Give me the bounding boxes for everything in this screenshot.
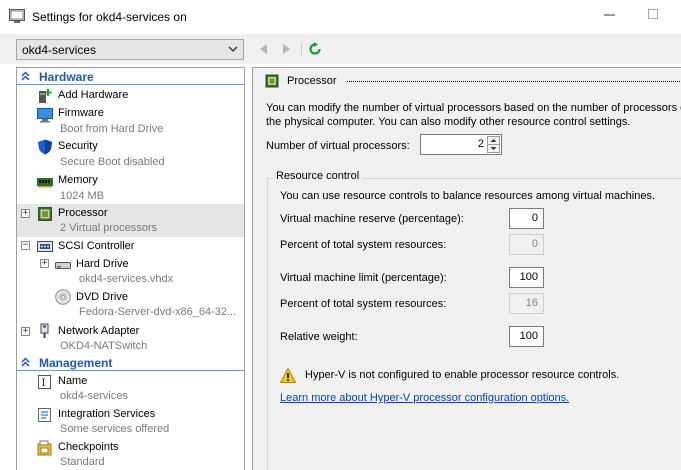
collapse-toggle[interactable]: − — [21, 241, 30, 250]
collapse-chevron-icon — [21, 71, 30, 81]
expand-toggle[interactable]: + — [40, 259, 49, 268]
sidebar-item-hard-drive[interactable]: + Hard Drive okd4-services.vhdx — [17, 255, 244, 288]
sidebar-item-sublabel: okd4-services — [60, 390, 128, 402]
processor-icon — [38, 207, 52, 221]
limit-input[interactable]: 100 — [509, 267, 544, 288]
sidebar-item-sublabel: Standard — [60, 456, 105, 468]
sidebar-item-label: SCSI Controller — [58, 240, 135, 252]
sidebar-item-label: Add Hardware — [58, 89, 129, 101]
sidebar-item-label: Memory — [58, 174, 98, 186]
sidebar-item-sublabel: 1024 MB — [60, 190, 105, 202]
expand-toggle[interactable]: + — [21, 327, 30, 336]
chevron-down-icon — [228, 46, 238, 52]
network-adapter-icon — [40, 323, 49, 338]
sidebar-item-processor[interactable]: + Processor 2 Virtual processors — [17, 204, 244, 237]
title-bar: Settings for okd4-services on — [0, 0, 681, 34]
settings-tree: Hardware Add Hardware Firmware Boot from… — [16, 67, 245, 470]
toolbar-separator — [301, 43, 302, 55]
sidebar-item-label: Security — [58, 140, 98, 152]
sidebar-item-sublabel: Boot from Hard Drive — [60, 123, 164, 135]
minimize-icon[interactable] — [603, 8, 617, 22]
hardware-section-header[interactable]: Hardware — [17, 68, 244, 85]
relative-weight-input[interactable]: 100 — [509, 326, 544, 347]
forward-arrow-icon[interactable] — [279, 42, 293, 56]
num-processors-spinner[interactable]: 2 — [420, 134, 502, 155]
sidebar-item-label: Hard Drive — [76, 258, 129, 270]
collapse-chevron-icon — [21, 357, 30, 367]
processor-settings-panel: Processor You can modify the number of v… — [252, 67, 681, 470]
sidebar-item-sublabel: Fedora-Server-dvd-x86_64-32... — [79, 306, 237, 318]
spinner-arrows-icon[interactable] — [487, 136, 500, 153]
memory-icon — [37, 178, 53, 188]
hardware-header-label: Hardware — [39, 70, 94, 84]
processor-icon — [265, 74, 279, 88]
processor-description-line-2: the physical computer. You can also modi… — [266, 116, 631, 128]
add-hardware-icon — [39, 89, 52, 103]
reserve-label: Virtual machine reserve (percentage): — [280, 213, 464, 225]
sidebar-item-firmware[interactable]: Firmware Boot from Hard Drive — [17, 104, 244, 137]
sidebar-item-checkpoints[interactable]: Checkpoints Standard — [17, 438, 244, 470]
toolbar: okd4-services — [0, 34, 681, 64]
num-processors-label: Number of virtual processors: — [266, 140, 410, 152]
sidebar-item-label: Name — [58, 375, 88, 387]
warning-message: Hyper-V is not configured to enable proc… — [305, 369, 620, 381]
management-section-header[interactable]: Management — [17, 354, 244, 371]
reserve-percent-label: Percent of total system resources: — [280, 239, 447, 251]
sidebar-item-label: Network Adapter — [58, 325, 140, 337]
refresh-icon[interactable] — [308, 42, 322, 56]
relative-weight-label: Relative weight: — [280, 331, 358, 343]
dvd-drive-icon — [55, 289, 71, 305]
sidebar-item-sublabel: okd4-services.vhdx — [79, 273, 174, 285]
resource-control-description: You can use resource controls to balance… — [280, 190, 656, 202]
resource-control-title: Resource control — [273, 170, 363, 182]
vm-selector-dropdown[interactable]: okd4-services — [16, 39, 244, 60]
panel-title: Processor — [287, 75, 337, 87]
processor-description-line-1: You can modify the number of virtual pro… — [266, 102, 681, 114]
integration-services-icon — [38, 408, 51, 422]
sidebar-item-label: Integration Services — [58, 408, 156, 420]
reserve-input[interactable]: 0 — [509, 208, 544, 229]
firmware-icon — [37, 108, 53, 123]
reserve-percent-value: 0 — [509, 234, 544, 255]
sidebar-item-sublabel: Some services offered — [60, 423, 170, 435]
maximize-icon[interactable] — [647, 8, 661, 22]
learn-more-link[interactable]: Learn more about Hyper-V processor confi… — [280, 392, 569, 404]
checkpoints-icon — [37, 440, 52, 456]
sidebar-item-dvd-drive[interactable]: DVD Drive Fedora-Server-dvd-x86_64-32... — [17, 288, 244, 322]
header-divider — [347, 81, 681, 82]
sidebar-item-memory[interactable]: Memory 1024 MB — [17, 171, 244, 204]
sidebar-item-integration-services[interactable]: Integration Services Some services offer… — [17, 405, 244, 439]
warning-icon — [280, 368, 296, 383]
name-icon: I — [38, 375, 51, 389]
sidebar-item-label: Checkpoints — [58, 441, 119, 453]
sidebar-item-label: DVD Drive — [76, 291, 128, 303]
sidebar-item-sublabel: OKD4-NATSwitch — [60, 340, 148, 352]
back-arrow-icon[interactable] — [257, 42, 271, 56]
svg-text:I: I — [42, 378, 46, 389]
vm-selector-value: okd4-services — [22, 43, 97, 57]
expand-toggle[interactable]: + — [21, 209, 30, 218]
sidebar-item-add-hardware[interactable]: Add Hardware — [17, 86, 244, 104]
sidebar-item-sublabel: 2 Virtual processors — [60, 222, 158, 234]
sidebar-item-security[interactable]: Security Secure Boot disabled — [17, 137, 244, 171]
management-header-label: Management — [39, 356, 113, 370]
limit-percent-value: 16 — [509, 293, 544, 314]
sidebar-item-label: Processor — [58, 207, 108, 219]
num-processors-value: 2 — [477, 138, 484, 150]
limit-label: Virtual machine limit (percentage): — [280, 272, 447, 284]
window-title: Settings for okd4-services on — [32, 10, 187, 24]
limit-percent-label: Percent of total system resources: — [280, 298, 447, 310]
hard-drive-icon — [55, 262, 71, 269]
sidebar-item-network-adapter[interactable]: + Network Adapter OKD4-NATSwitch — [17, 322, 244, 355]
shield-icon — [38, 139, 52, 155]
sidebar-item-sublabel: Secure Boot disabled — [60, 156, 165, 168]
sidebar-item-scsi-controller[interactable]: − SCSI Controller — [17, 237, 244, 255]
sidebar-item-label: Firmware — [58, 107, 104, 119]
scsi-controller-icon — [37, 241, 53, 252]
sidebar-item-name[interactable]: I Name okd4-services — [17, 372, 244, 405]
settings-window-icon — [9, 9, 25, 23]
